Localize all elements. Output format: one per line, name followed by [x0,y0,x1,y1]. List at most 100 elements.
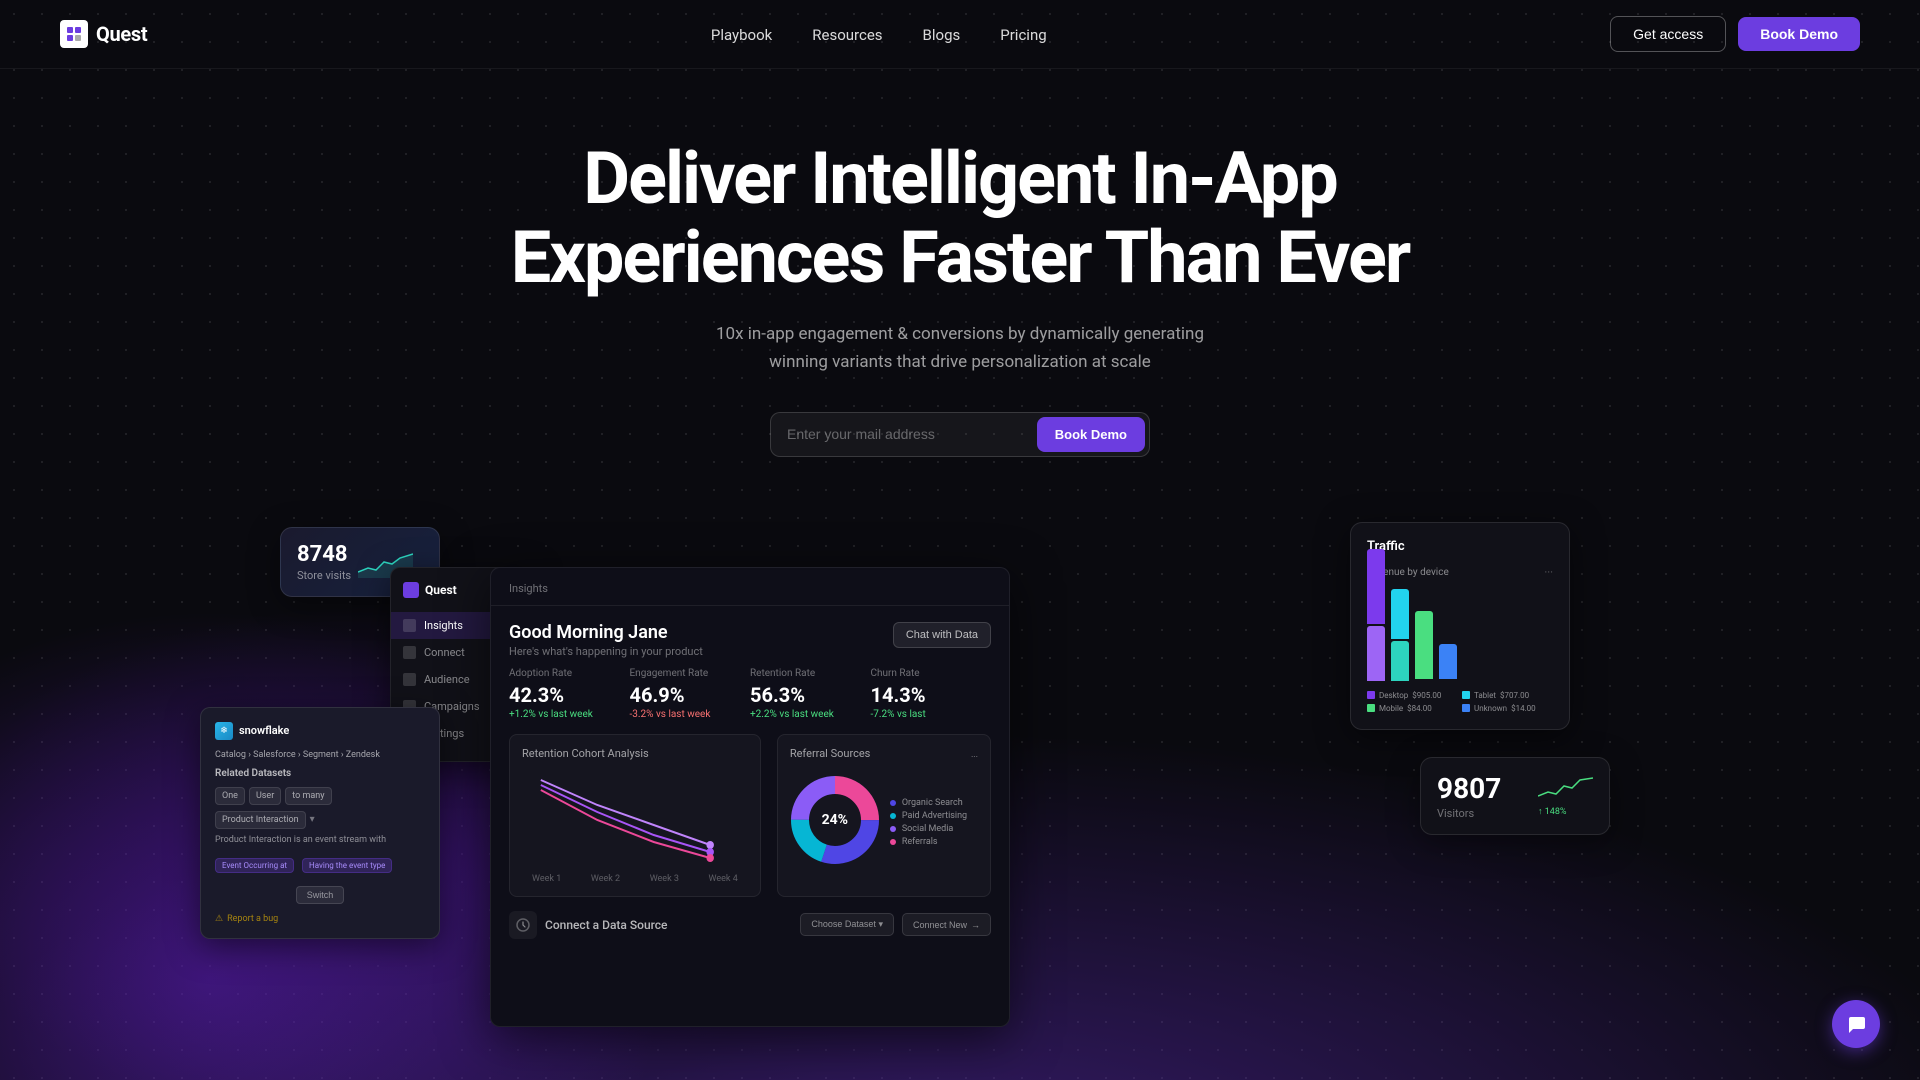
bar-2b [1391,641,1409,681]
retention-value: 56.3% [750,683,859,707]
connect-data-icon [509,911,537,939]
metric-engagement: Engagement Rate 46.9% -3.2% vs last week [630,668,751,720]
tag-event-occurring: Event Occurring at [215,858,294,873]
greeting-title: Good Morning Jane [509,622,703,643]
tag-having-event: Having the event type [302,858,392,873]
badge-one[interactable]: One [215,787,245,805]
legend-paid: Paid Advertising [890,811,967,821]
adoption-value: 42.3% [509,683,618,707]
screenshots-area: 8748 Store visits Quest Insights Connect… [0,517,1920,1077]
referral-legend: Organic Search Paid Advertising Social M… [890,798,967,850]
snowflake-header: ❄ snowflake [215,722,425,740]
legend-desktop: Desktop $905.00 [1367,691,1458,700]
logo: Quest [60,20,147,48]
logo-icon [60,20,88,48]
retention-label: Retention Rate [750,668,859,679]
bar-chart [1367,591,1553,681]
hero-title: Deliver Intelligent In-App Experiences F… [510,139,1410,297]
traffic-title: Traffic [1367,539,1553,554]
legend-social: Social Media [890,824,967,834]
insights-panel: Insights Good Morning Jane Here's what's… [490,567,1010,1027]
snowflake-breadcrumb: Catalog › Salesforce › Segment › Zendesk [215,750,425,760]
dropdown-row: Product Interaction ▾ [215,811,425,829]
snowflake-panel: ❄ snowflake Catalog › Salesforce › Segme… [200,707,440,939]
book-demo-nav-button[interactable]: Book Demo [1738,17,1860,51]
logo-text: Quest [96,22,147,46]
traffic-card: Traffic Revenue by device ··· [1350,522,1570,730]
retention-change: +2.2% vs last week [750,709,859,720]
chat-with-data-button[interactable]: Chat with Data [893,622,991,648]
snowflake-logo: ❄ [215,722,233,740]
bug-icon: ⚠ [215,914,223,924]
audience-icon [403,673,416,686]
revenue-device-header: Revenue by device ··· [1367,566,1553,579]
bar-group-4 [1439,644,1457,681]
churn-label: Churn Rate [871,668,980,679]
hero-subtitle: 10x in-app engagement & conversions by d… [690,321,1230,375]
revenue-legend: Desktop $905.00 Tablet $707.00 Mobile $8… [1367,691,1553,713]
dropdown-arrow: ▾ [310,814,315,825]
relation-row: One User to many [215,787,425,805]
bar-3 [1415,611,1433,679]
hero-section: Deliver Intelligent In-App Experiences F… [0,69,1920,477]
nav-pricing[interactable]: Pricing [1000,26,1046,44]
visitors-info: 9807 Visitors [1437,772,1501,820]
report-bug-label[interactable]: Report a bug [227,914,278,924]
insights-icon [403,619,416,632]
bar-1 [1367,549,1385,624]
sf-tags: Event Occurring at Having the event type [215,853,425,873]
bar-2 [1391,589,1409,639]
nav-resources[interactable]: Resources [812,26,882,44]
insights-greeting: Good Morning Jane Here's what's happenin… [491,606,1009,668]
retention-chart-title: Retention Cohort Analysis [522,747,748,760]
nav-blogs[interactable]: Blogs [923,26,961,44]
insights-header: Insights [491,568,1009,606]
switch-button[interactable]: Switch [296,886,345,904]
quest-logo-small [403,582,419,598]
metrics-row: Adoption Rate 42.3% +1.2% vs last week E… [491,668,1009,734]
legend-referrals: Referrals [890,837,967,847]
visitors-label: Visitors [1437,807,1501,820]
email-input[interactable] [771,413,1033,455]
legend-organic: Organic Search [890,798,967,808]
referral-donut: 24% [790,770,880,870]
report-bug-row: ⚠ Report a bug [215,914,425,924]
connect-new-button[interactable]: Connect New → [902,913,991,936]
adoption-label: Adoption Rate [509,668,618,679]
product-interaction-dropdown[interactable]: Product Interaction [215,811,306,829]
chat-fab-button[interactable] [1832,1000,1880,1048]
revenue-device-menu[interactable]: ··· [1544,566,1553,579]
engagement-label: Engagement Rate [630,668,739,679]
bar-group-3 [1415,611,1433,681]
snowflake-title: snowflake [239,724,289,737]
visitors-change: ↑ 148% [1538,806,1593,817]
churn-change: -7.2% vs last [871,709,980,720]
sf-switch-row: Switch [215,883,425,904]
referral-sources-box: Referral Sources ··· 24% [777,734,991,897]
hero-book-demo-button[interactable]: Book Demo [1037,417,1145,452]
donut-center: 24% [822,812,848,828]
visitors-card: 9807 Visitors ↑ 148% [1420,757,1610,835]
choose-dataset-button[interactable]: Choose Dataset ▾ [800,913,894,936]
greeting-text: Good Morning Jane Here's what's happenin… [509,622,703,658]
engagement-change: -3.2% vs last week [630,709,739,720]
visitors-chart: ↑ 148% [1538,772,1593,817]
get-access-button[interactable]: Get access [1610,16,1726,52]
referral-title: Referral Sources [790,747,871,760]
metric-retention: Retention Rate 56.3% +2.2% vs last week [750,668,871,720]
engagement-value: 46.9% [630,683,739,707]
charts-row: Retention Cohort Analysis [491,734,1009,897]
nav-playbook[interactable]: Playbook [711,26,772,44]
bar-4 [1439,644,1457,679]
connect-data-source-row: Connect a Data Source Choose Dataset ▾ C… [491,897,1009,939]
badge-tomany[interactable]: to many [285,787,331,805]
sf-description: Product Interaction is an event stream w… [215,835,425,845]
adoption-change: +1.2% vs last week [509,709,618,720]
visitors-number: 9807 [1437,772,1501,805]
badge-user[interactable]: User [249,787,281,805]
bar-group-1 [1367,549,1385,681]
connect-title: Connect a Data Source [545,918,667,932]
legend-mobile: Mobile $84.00 [1367,704,1458,713]
quest-logo-text: Quest [425,583,457,597]
connect-left: Connect a Data Source [509,911,667,939]
